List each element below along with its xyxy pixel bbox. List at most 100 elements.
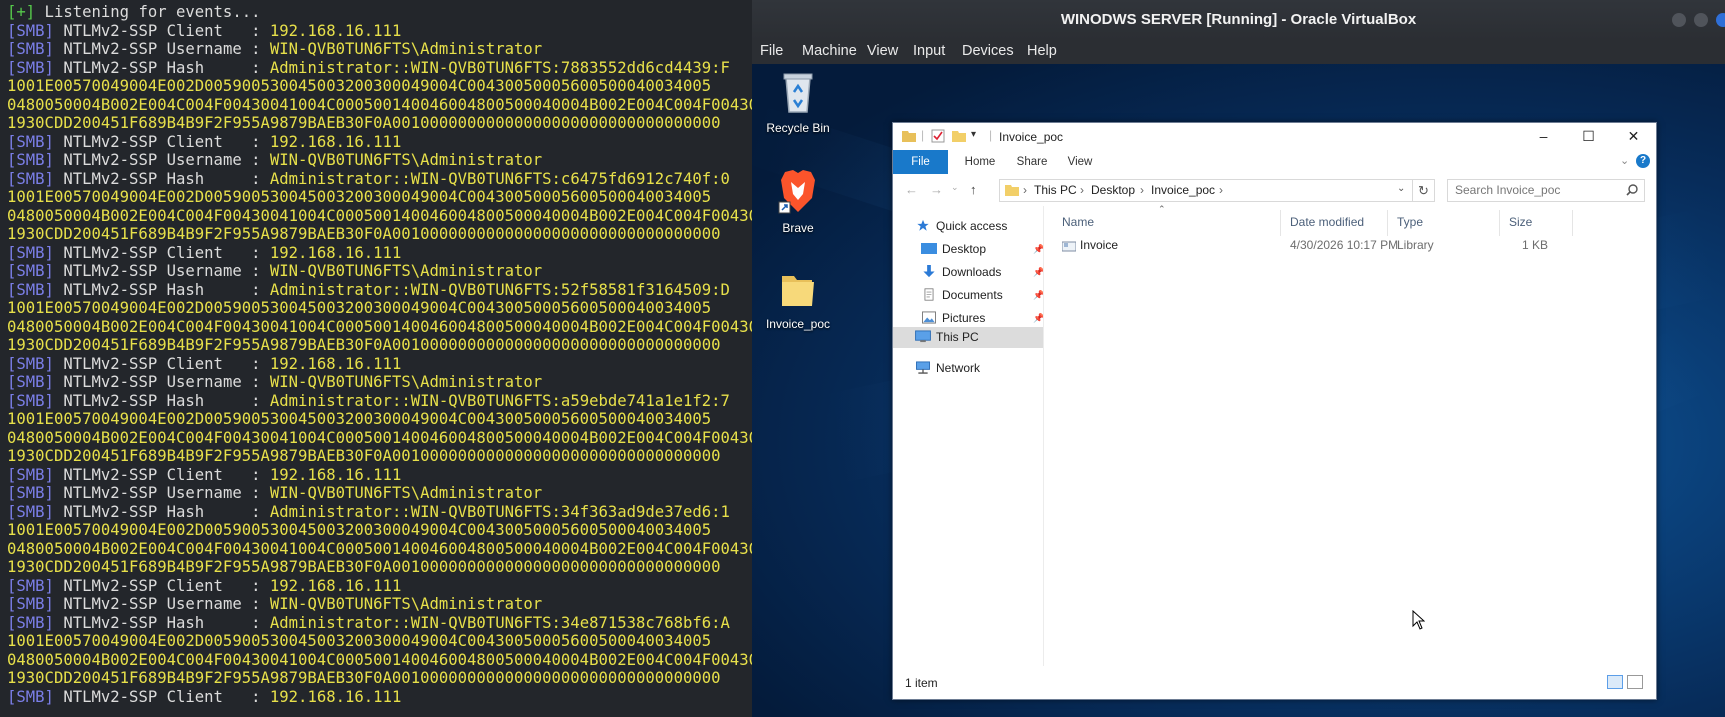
guest-desktop[interactable]: Recycle Bin Brave Invoice_poc | ▾ | Invo… <box>752 64 1725 717</box>
nav-label: Documents <box>942 288 1003 302</box>
log-value: 192.168.16.111 <box>269 465 402 484</box>
address-bar[interactable]: › This PC › Desktop › Invoice_poc › ⌄ <box>999 179 1413 202</box>
breadcrumb-desktop[interactable]: Desktop <box>1091 183 1135 197</box>
tab-file[interactable]: File <box>893 150 948 174</box>
forward-arrow-icon[interactable]: → <box>930 182 943 197</box>
back-arrow-icon[interactable]: ← <box>905 182 918 197</box>
nav-network[interactable]: Network <box>915 358 980 379</box>
desktop-icon-recycle-bin[interactable]: Recycle Bin <box>758 70 838 135</box>
refresh-icon: ↻ <box>1418 183 1429 198</box>
desktop-icon <box>921 243 937 254</box>
explorer-titlebar[interactable]: | ▾ | Invoice_poc – ☐ ✕ <box>893 123 1656 150</box>
close-button[interactable]: ✕ <box>1611 123 1656 150</box>
log-label: NTLMv2-SSP Username : <box>53 484 270 502</box>
terminal-line: 1001E00570049004E002D0059005300450032003… <box>7 632 752 651</box>
nav-this-pc[interactable]: This PC <box>915 327 979 348</box>
new-folder-icon[interactable] <box>951 129 967 143</box>
large-icons-view-icon[interactable] <box>1627 675 1643 689</box>
file-name: Invoice <box>1080 238 1119 252</box>
ribbon: File Home Share View ⌄ ? <box>893 150 1656 175</box>
terminal-line: [SMB] NTLMv2-SSP Hash : Administrator::W… <box>7 170 752 189</box>
desktop-icon-invoice-poc[interactable]: Invoice_poc <box>758 270 838 331</box>
tab-share[interactable]: Share <box>1007 150 1057 174</box>
menu-file[interactable]: File <box>760 43 783 59</box>
network-icon <box>916 361 930 374</box>
terminal-line: 1930CDD200451F689B4B9F2F955A9879BAEB30F0… <box>7 669 752 688</box>
brave-icon <box>758 168 838 217</box>
log-value: WIN-QVB0TUN6FTS\Administrator <box>269 484 543 502</box>
log-tag: [SMB] <box>7 132 54 151</box>
hash-blob: 1930CDD200451F689B4B9F2F955A9879BAEB30F0… <box>7 558 721 576</box>
minimize-icon[interactable] <box>1672 13 1686 27</box>
breadcrumb-invoice-poc[interactable]: Invoice_poc <box>1151 183 1215 197</box>
tab-home[interactable]: Home <box>955 150 1005 174</box>
log-tag: [SMB] <box>7 169 54 188</box>
table-row[interactable]: Invoice 4/30/2026 10:17 PM Library 1 KB <box>1044 206 1656 266</box>
log-value: 192.168.16.111 <box>269 243 402 262</box>
documents-icon <box>924 288 934 301</box>
address-dropdown-icon[interactable]: ⌄ <box>1397 183 1405 194</box>
log-value: Administrator::WIN-QVB0TUN6FTS:52f58581f… <box>269 280 730 299</box>
breadcrumb-this-pc[interactable]: This PC <box>1034 183 1077 197</box>
ribbon-expand-icon[interactable]: ⌄ <box>1620 154 1629 167</box>
log-value: Administrator::WIN-QVB0TUN6FTS:a59ebde74… <box>269 391 730 410</box>
hash-blob: 0480050004B002E004C004F00430041004C00050… <box>7 95 752 114</box>
file-type: Library <box>1397 238 1434 252</box>
properties-icon[interactable] <box>931 129 945 143</box>
desktop-icon-brave[interactable]: Brave <box>758 168 838 235</box>
terminal-window[interactable]: [+] Listening for events... [SMB] NTLMv2-… <box>0 0 752 717</box>
file-list[interactable]: ⌃ Name Date modified Type Size Invoice 4… <box>1044 204 1656 666</box>
log-label: NTLMv2-SSP Client : <box>53 687 270 706</box>
log-tag: [SMB] <box>7 613 54 632</box>
log-value: WIN-QVB0TUN6FTS\Administrator <box>269 40 543 58</box>
menu-input[interactable]: Input <box>913 43 945 59</box>
terminal-line: [SMB] NTLMv2-SSP Hash : Administrator::W… <box>7 392 752 411</box>
recent-locations-icon[interactable]: ⌄ <box>951 182 959 193</box>
terminal-line: 1001E00570049004E002D0059005300450032003… <box>7 299 752 318</box>
details-view-icon[interactable] <box>1607 675 1623 689</box>
close-icon[interactable] <box>1716 13 1725 27</box>
quick-access-toolbar-dropdown-icon[interactable]: ▾ <box>971 129 976 140</box>
log-label: NTLMv2-SSP Client : <box>53 132 270 151</box>
maximize-button[interactable]: ☐ <box>1566 123 1611 150</box>
log-tag: [SMB] <box>7 484 54 502</box>
hash-blob: 1001E00570049004E002D0059005300450032003… <box>7 632 712 650</box>
nav-downloads[interactable]: Downloads 📌 <box>921 262 1044 283</box>
hash-blob: 1930CDD200451F689B4B9F2F955A9879BAEB30F0… <box>7 447 721 465</box>
hash-blob: 1930CDD200451F689B4B9F2F955A9879BAEB30F0… <box>7 669 721 687</box>
breadcrumb-separator: › <box>1140 183 1144 197</box>
tab-view[interactable]: View <box>1057 150 1103 174</box>
log-tag: [SMB] <box>7 576 54 595</box>
terminal-line: [SMB] NTLMv2-SSP Client : 192.168.16.111 <box>7 466 752 485</box>
nav-quick-access[interactable]: Quick access <box>915 216 1007 237</box>
log-label: NTLMv2-SSP Username : <box>53 262 270 280</box>
search-input[interactable]: Search Invoice_poc <box>1447 179 1645 202</box>
log-label: NTLMv2-SSP Client : <box>53 243 270 262</box>
nav-documents[interactable]: Documents 📌 <box>921 285 1044 306</box>
log-tag: [SMB] <box>7 280 54 299</box>
log-tag: [SMB] <box>7 354 54 373</box>
menu-machine[interactable]: Machine <box>802 43 857 59</box>
help-icon[interactable]: ? <box>1636 154 1650 168</box>
log-value: Administrator::WIN-QVB0TUN6FTS:7883552dd… <box>269 58 730 77</box>
nav-label: Desktop <box>942 242 987 256</box>
terminal-line: [SMB] NTLMv2-SSP Client : 192.168.16.111 <box>7 22 752 41</box>
hash-blob: 1001E00570049004E002D0059005300450032003… <box>7 521 712 539</box>
maximize-icon[interactable] <box>1694 13 1708 27</box>
nav-label: Network <box>936 361 981 375</box>
menu-view[interactable]: View <box>867 43 898 59</box>
minimize-button[interactable]: – <box>1521 123 1566 150</box>
terminal-line: [+] Listening for events... <box>7 3 752 22</box>
menu-devices[interactable]: Devices <box>962 43 1014 59</box>
nav-desktop[interactable]: Desktop 📌 <box>921 239 1044 260</box>
refresh-button[interactable]: ↻ <box>1412 179 1435 202</box>
log-value: WIN-QVB0TUN6FTS\Administrator <box>269 595 543 613</box>
nav-pictures[interactable]: Pictures 📌 <box>921 308 1044 329</box>
nav-label: This PC <box>936 330 979 344</box>
terminal-line: 0480050004B002E004C004F00430041004C00050… <box>7 540 752 559</box>
up-arrow-icon[interactable]: ↑ <box>970 182 977 197</box>
mouse-cursor-icon <box>1412 610 1425 630</box>
terminal-line: 1930CDD200451F689B4B9F2F955A9879BAEB30F0… <box>7 225 752 244</box>
menu-help[interactable]: Help <box>1027 43 1057 59</box>
vbox-titlebar[interactable]: WINODWS SERVER [Running] - Oracle Virtua… <box>752 0 1725 40</box>
